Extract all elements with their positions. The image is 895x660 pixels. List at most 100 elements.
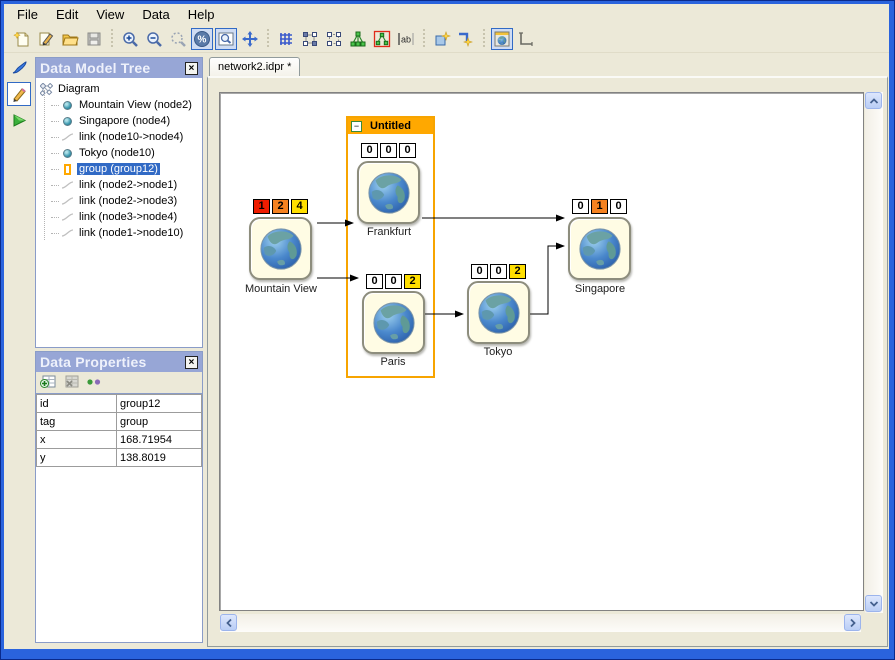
tree-item-link-node2-node3[interactable]: link (node2->node3) bbox=[39, 193, 202, 209]
layout-align-icon[interactable] bbox=[323, 28, 345, 50]
data-model-tree-titlebar[interactable]: Data Model Tree × bbox=[36, 58, 202, 78]
property-value[interactable]: 138.8019 bbox=[117, 449, 202, 467]
style-brush-icon[interactable] bbox=[7, 56, 31, 80]
diagram-canvas[interactable]: − Untitled 0 0 0 bbox=[219, 92, 864, 611]
node-tokyo[interactable] bbox=[467, 281, 530, 344]
node-label-singapore: Singapore bbox=[575, 283, 625, 295]
tab-strip: network2.idpr * bbox=[207, 56, 888, 76]
tree-item-link-node10-node4[interactable]: link (node10->node4) bbox=[39, 129, 202, 145]
open-file-icon[interactable] bbox=[59, 28, 81, 50]
badges-singapore: 0 1 0 bbox=[572, 199, 627, 214]
property-value[interactable]: group12 bbox=[117, 395, 202, 413]
vertical-scrollbar[interactable] bbox=[865, 92, 883, 613]
property-row[interactable]: tag group bbox=[37, 413, 202, 431]
horizontal-scrollbar[interactable] bbox=[220, 614, 861, 632]
grid-icon[interactable] bbox=[275, 28, 297, 50]
tree-item-singapore[interactable]: Singapore (node4) bbox=[39, 113, 202, 129]
tree-item-diagram[interactable]: Diagram bbox=[39, 81, 202, 97]
tab-label: network2.idpr * bbox=[218, 61, 291, 73]
data-properties-titlebar[interactable]: Data Properties × bbox=[36, 352, 202, 372]
close-icon[interactable]: × bbox=[185, 62, 198, 75]
tree-item-label: link (node2->node3) bbox=[77, 195, 179, 207]
globe-icon bbox=[577, 226, 623, 272]
scroll-left-icon[interactable] bbox=[220, 614, 237, 631]
scroll-right-icon[interactable] bbox=[844, 614, 861, 631]
link-icon bbox=[60, 195, 74, 207]
new-node-icon[interactable] bbox=[431, 28, 453, 50]
node-mountain-view[interactable] bbox=[249, 217, 312, 280]
map-view-icon[interactable] bbox=[491, 28, 513, 50]
badges-mountain-view: 1 2 4 bbox=[253, 199, 308, 214]
properties-table: id group12 tag group x 168.71954 y 138.8… bbox=[36, 394, 202, 467]
menu-file[interactable]: File bbox=[8, 5, 47, 24]
style-editor-icon[interactable] bbox=[35, 28, 57, 50]
tree-layout-icon[interactable] bbox=[347, 28, 369, 50]
pan-icon[interactable] bbox=[239, 28, 261, 50]
close-icon[interactable]: × bbox=[185, 356, 198, 369]
node-singapore[interactable] bbox=[568, 217, 631, 280]
tree-item-label: link (node2->node1) bbox=[77, 179, 179, 191]
options-dots-icon[interactable] bbox=[86, 377, 102, 389]
node-icon bbox=[60, 115, 74, 127]
menu-data[interactable]: Data bbox=[133, 5, 178, 24]
globe-icon bbox=[476, 290, 522, 336]
node-frankfurt[interactable] bbox=[357, 161, 420, 224]
label-icon[interactable]: ab bbox=[395, 28, 417, 50]
node-label-frankfurt: Frankfurt bbox=[367, 226, 411, 238]
data-model-tree: Diagram Mountain View (node2) Singapore … bbox=[36, 78, 202, 347]
link-icon bbox=[60, 179, 74, 191]
run-icon[interactable] bbox=[7, 108, 31, 132]
collapse-icon[interactable]: − bbox=[351, 121, 362, 132]
tree-item-label: Singapore (node4) bbox=[77, 115, 172, 127]
overview-window-icon[interactable] bbox=[215, 28, 237, 50]
property-value[interactable]: group bbox=[117, 413, 202, 431]
property-row[interactable]: y 138.8019 bbox=[37, 449, 202, 467]
data-model-tree-title: Data Model Tree bbox=[40, 60, 150, 76]
data-properties-toolbar bbox=[36, 372, 202, 394]
link-mode-icon[interactable] bbox=[515, 28, 537, 50]
new-file-icon[interactable] bbox=[11, 28, 33, 50]
scroll-down-icon[interactable] bbox=[865, 595, 882, 612]
data-properties-title: Data Properties bbox=[40, 354, 146, 370]
badge: 0 bbox=[361, 143, 378, 158]
tree-item-tokyo[interactable]: Tokyo (node10) bbox=[39, 145, 202, 161]
add-property-icon[interactable] bbox=[40, 374, 57, 392]
zoom-region-icon[interactable] bbox=[167, 28, 189, 50]
tree-item-label: link (node10->node4) bbox=[77, 131, 185, 143]
link-node10-node4[interactable] bbox=[530, 246, 564, 314]
scroll-up-icon[interactable] bbox=[865, 92, 882, 109]
group-header[interactable]: − Untitled bbox=[348, 118, 433, 134]
tree-item-link-node2-node1[interactable]: link (node2->node1) bbox=[39, 177, 202, 193]
menu-edit[interactable]: Edit bbox=[47, 5, 87, 24]
node-icon bbox=[60, 99, 74, 111]
property-row[interactable]: x 168.71954 bbox=[37, 431, 202, 449]
tree-item-link-node1-node10[interactable]: link (node1->node10) bbox=[39, 225, 202, 241]
tree-item-link-node3-node4[interactable]: link (node3->node4) bbox=[39, 209, 202, 225]
menu-view[interactable]: View bbox=[87, 5, 133, 24]
data-model-tree-panel: Data Model Tree × Diagram Mountain View … bbox=[35, 57, 203, 348]
menu-help[interactable]: Help bbox=[179, 5, 224, 24]
property-value[interactable]: 168.71954 bbox=[117, 431, 202, 449]
tab-network2[interactable]: network2.idpr * bbox=[209, 57, 300, 76]
tree-item-group12[interactable]: + group (group12) bbox=[39, 161, 202, 177]
property-row[interactable]: id group12 bbox=[37, 395, 202, 413]
tree-item-label: Diagram bbox=[56, 83, 102, 95]
badges-frankfurt: 0 0 0 bbox=[361, 143, 416, 158]
badges-tokyo: 0 0 2 bbox=[471, 264, 526, 279]
new-link-icon[interactable] bbox=[455, 28, 477, 50]
tree-layout-selected-icon[interactable] bbox=[371, 28, 393, 50]
layout-handles-icon[interactable] bbox=[299, 28, 321, 50]
save-icon[interactable] bbox=[83, 28, 105, 50]
zoom-percent-icon[interactable]: % bbox=[191, 28, 213, 50]
svg-text:ab: ab bbox=[401, 34, 411, 44]
zoom-out-icon[interactable] bbox=[143, 28, 165, 50]
badge: 2 bbox=[404, 274, 421, 289]
node-paris[interactable] bbox=[362, 291, 425, 354]
zoom-in-icon[interactable] bbox=[119, 28, 141, 50]
edit-pencil-icon[interactable] bbox=[7, 82, 31, 106]
delete-property-icon[interactable] bbox=[63, 374, 80, 392]
badge: 4 bbox=[291, 199, 308, 214]
diagram-links bbox=[220, 93, 865, 612]
menu-bar: File Edit View Data Help bbox=[4, 4, 889, 25]
tree-item-mountain-view[interactable]: Mountain View (node2) bbox=[39, 97, 202, 113]
